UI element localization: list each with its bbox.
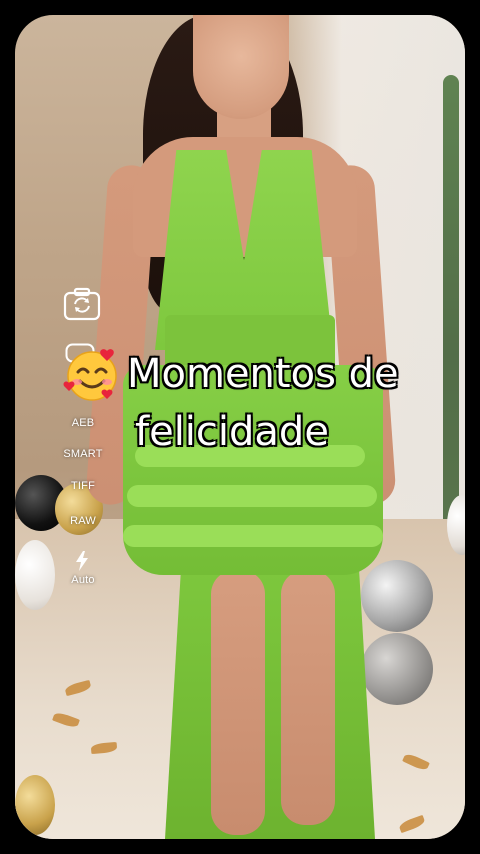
raw-option[interactable]: RAW bbox=[53, 515, 113, 527]
caption-text: Momentos de felicidade bbox=[126, 345, 465, 461]
face bbox=[193, 15, 289, 119]
tiff-option[interactable]: TIFF bbox=[53, 480, 113, 492]
gold-balloon bbox=[15, 775, 55, 835]
camera-viewfinder: AEB SMART TIFF RAW Auto Momentos de feli… bbox=[15, 15, 465, 839]
smiling-face-with-hearts-icon bbox=[63, 345, 123, 405]
flash-icon[interactable] bbox=[75, 551, 89, 576]
shoulders bbox=[133, 137, 357, 257]
caption-line-2: felicidade bbox=[134, 408, 329, 455]
silver-balloon bbox=[361, 560, 433, 632]
aeb-option[interactable]: AEB bbox=[53, 417, 113, 429]
silver-balloon-reflection bbox=[361, 633, 433, 705]
smart-option[interactable]: SMART bbox=[53, 448, 113, 460]
dress-ruffle bbox=[127, 485, 377, 507]
left-leg bbox=[211, 570, 265, 835]
flash-mode-label[interactable]: Auto bbox=[53, 574, 113, 586]
caption-line-1: Momentos de bbox=[126, 350, 399, 397]
dress-ruffle bbox=[123, 525, 383, 547]
right-leg bbox=[281, 570, 335, 825]
dress-train bbox=[165, 555, 375, 839]
switch-camera-icon[interactable] bbox=[63, 287, 101, 326]
white-balloon bbox=[15, 540, 55, 610]
